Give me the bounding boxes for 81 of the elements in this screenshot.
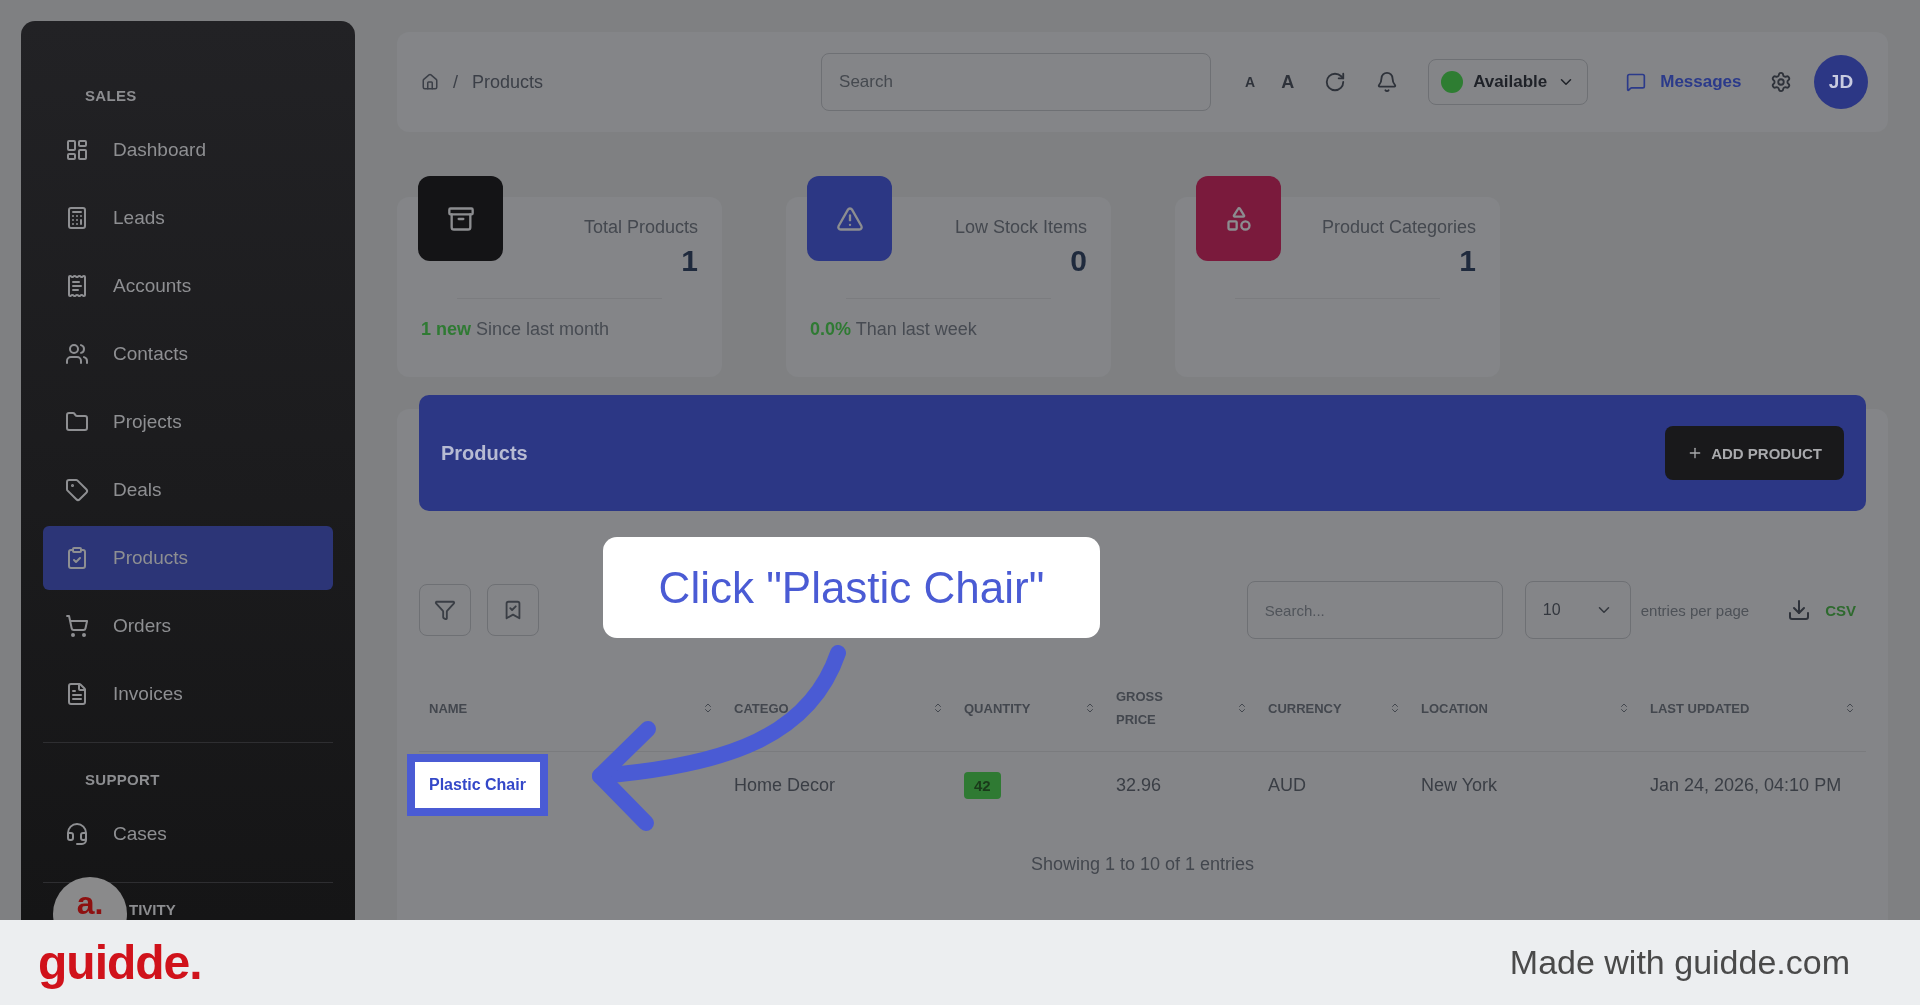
sort-icon xyxy=(1084,702,1096,714)
chat-icon xyxy=(1626,72,1647,92)
sidebar-item[interactable]: Dashboard xyxy=(43,118,333,182)
section-title: TIVITY xyxy=(129,901,176,918)
receipt-icon xyxy=(65,274,89,298)
panel-title: Products xyxy=(441,441,528,465)
stat-note: 1 new Since last month xyxy=(421,319,611,340)
text-size-button[interactable]: A xyxy=(1245,74,1256,90)
stat-title: Low Stock Items xyxy=(953,217,1087,238)
bookmark-button[interactable] xyxy=(487,584,539,636)
add-product-button[interactable]: ADD PRODUCT xyxy=(1665,426,1844,480)
callout: Click "Plastic Chair" xyxy=(603,537,1100,638)
sort-icon xyxy=(1618,702,1630,714)
brand-logo: guidde. xyxy=(38,935,202,990)
guide-badge: a. xyxy=(53,877,127,920)
column-header[interactable]: QUANTITY xyxy=(954,665,1106,752)
column-header[interactable]: LAST UPDATED xyxy=(1640,665,1866,752)
clipboard-check-icon xyxy=(65,546,89,570)
csv-export-button[interactable]: CSV xyxy=(1787,598,1856,622)
breadcrumb-separator: / xyxy=(453,71,458,93)
stat-value: 1 xyxy=(1458,244,1476,278)
column-header[interactable]: NAME xyxy=(419,665,724,752)
sort-icon xyxy=(1236,702,1248,714)
sidebar-item[interactable]: Contacts xyxy=(43,322,333,386)
headset-icon xyxy=(65,822,89,846)
archive-icon xyxy=(446,204,475,233)
sort-icon xyxy=(1389,702,1401,714)
table-cell: New York xyxy=(1421,774,1498,796)
breadcrumb: Products xyxy=(472,71,544,93)
text-size-button[interactable]: A xyxy=(1281,71,1295,93)
sort-icon xyxy=(702,702,714,714)
table-cell: AUD xyxy=(1268,774,1306,796)
status-dropdown[interactable]: Available xyxy=(1428,59,1589,105)
user-avatar[interactable]: JD xyxy=(1814,55,1868,109)
sidebar-item[interactable]: Deals xyxy=(43,458,333,522)
refresh-icon[interactable] xyxy=(1324,71,1347,93)
column-header[interactable]: CATEGO xyxy=(724,665,954,752)
warning-icon xyxy=(835,204,864,233)
filter-icon xyxy=(434,599,456,621)
tag-icon xyxy=(65,478,89,502)
table-cell: 32.96 xyxy=(1116,774,1162,796)
stat-note: 0.0% Than last week xyxy=(810,319,978,340)
download-icon xyxy=(1787,598,1812,622)
sidebar-item[interactable]: Orders xyxy=(43,594,333,658)
banner-text: Made with guidde.com xyxy=(1509,943,1850,982)
dashboard-icon xyxy=(65,138,89,162)
table-cell: Home Decor xyxy=(734,774,836,796)
shapes-icon xyxy=(1224,204,1253,233)
sidebar-item[interactable]: Projects xyxy=(43,390,333,454)
stat-title: Total Products xyxy=(582,217,698,238)
sort-icon xyxy=(1844,702,1856,714)
sidebar-item[interactable]: Leads xyxy=(43,186,333,250)
section-title: SUPPORT xyxy=(84,770,161,790)
column-header[interactable]: GROSS PRICE xyxy=(1106,665,1258,752)
filter-button[interactable] xyxy=(419,584,471,636)
bell-icon[interactable] xyxy=(1376,71,1399,93)
messages-link[interactable]: Messages xyxy=(1626,72,1742,92)
per-page-select[interactable]: 10 xyxy=(1524,581,1631,639)
stat-value: 0 xyxy=(1069,244,1087,278)
folder-icon xyxy=(65,410,89,434)
sidebar-item[interactable]: Accounts xyxy=(43,254,333,318)
sidebar-item[interactable]: Products xyxy=(43,526,333,590)
home-icon[interactable] xyxy=(421,73,439,91)
search-field[interactable]: Search xyxy=(821,53,1212,111)
document-icon xyxy=(65,682,89,706)
pagination-info: Showing 1 to 10 of 1 entries xyxy=(1029,854,1256,875)
sort-icon xyxy=(932,702,944,714)
column-header[interactable]: LOCATION xyxy=(1411,665,1640,752)
sidebar-item[interactable]: Invoices xyxy=(43,662,333,726)
cart-icon xyxy=(65,614,89,638)
people-icon xyxy=(65,342,89,366)
calculator-icon xyxy=(65,206,89,230)
product-name-link[interactable]: Plastic Chair xyxy=(407,754,548,816)
stat-value: 1 xyxy=(680,244,698,278)
table-cell: Jan 24, 2026, 04:10 PM xyxy=(1650,774,1842,796)
quantity-badge: 42 xyxy=(964,771,1001,799)
sidebar-item[interactable]: Cases xyxy=(43,802,333,866)
section-title: SALES xyxy=(84,86,138,106)
settings-icon[interactable] xyxy=(1770,71,1792,93)
stat-title: Product Categories xyxy=(1320,217,1476,238)
column-header[interactable]: CURRENCY xyxy=(1258,665,1411,752)
